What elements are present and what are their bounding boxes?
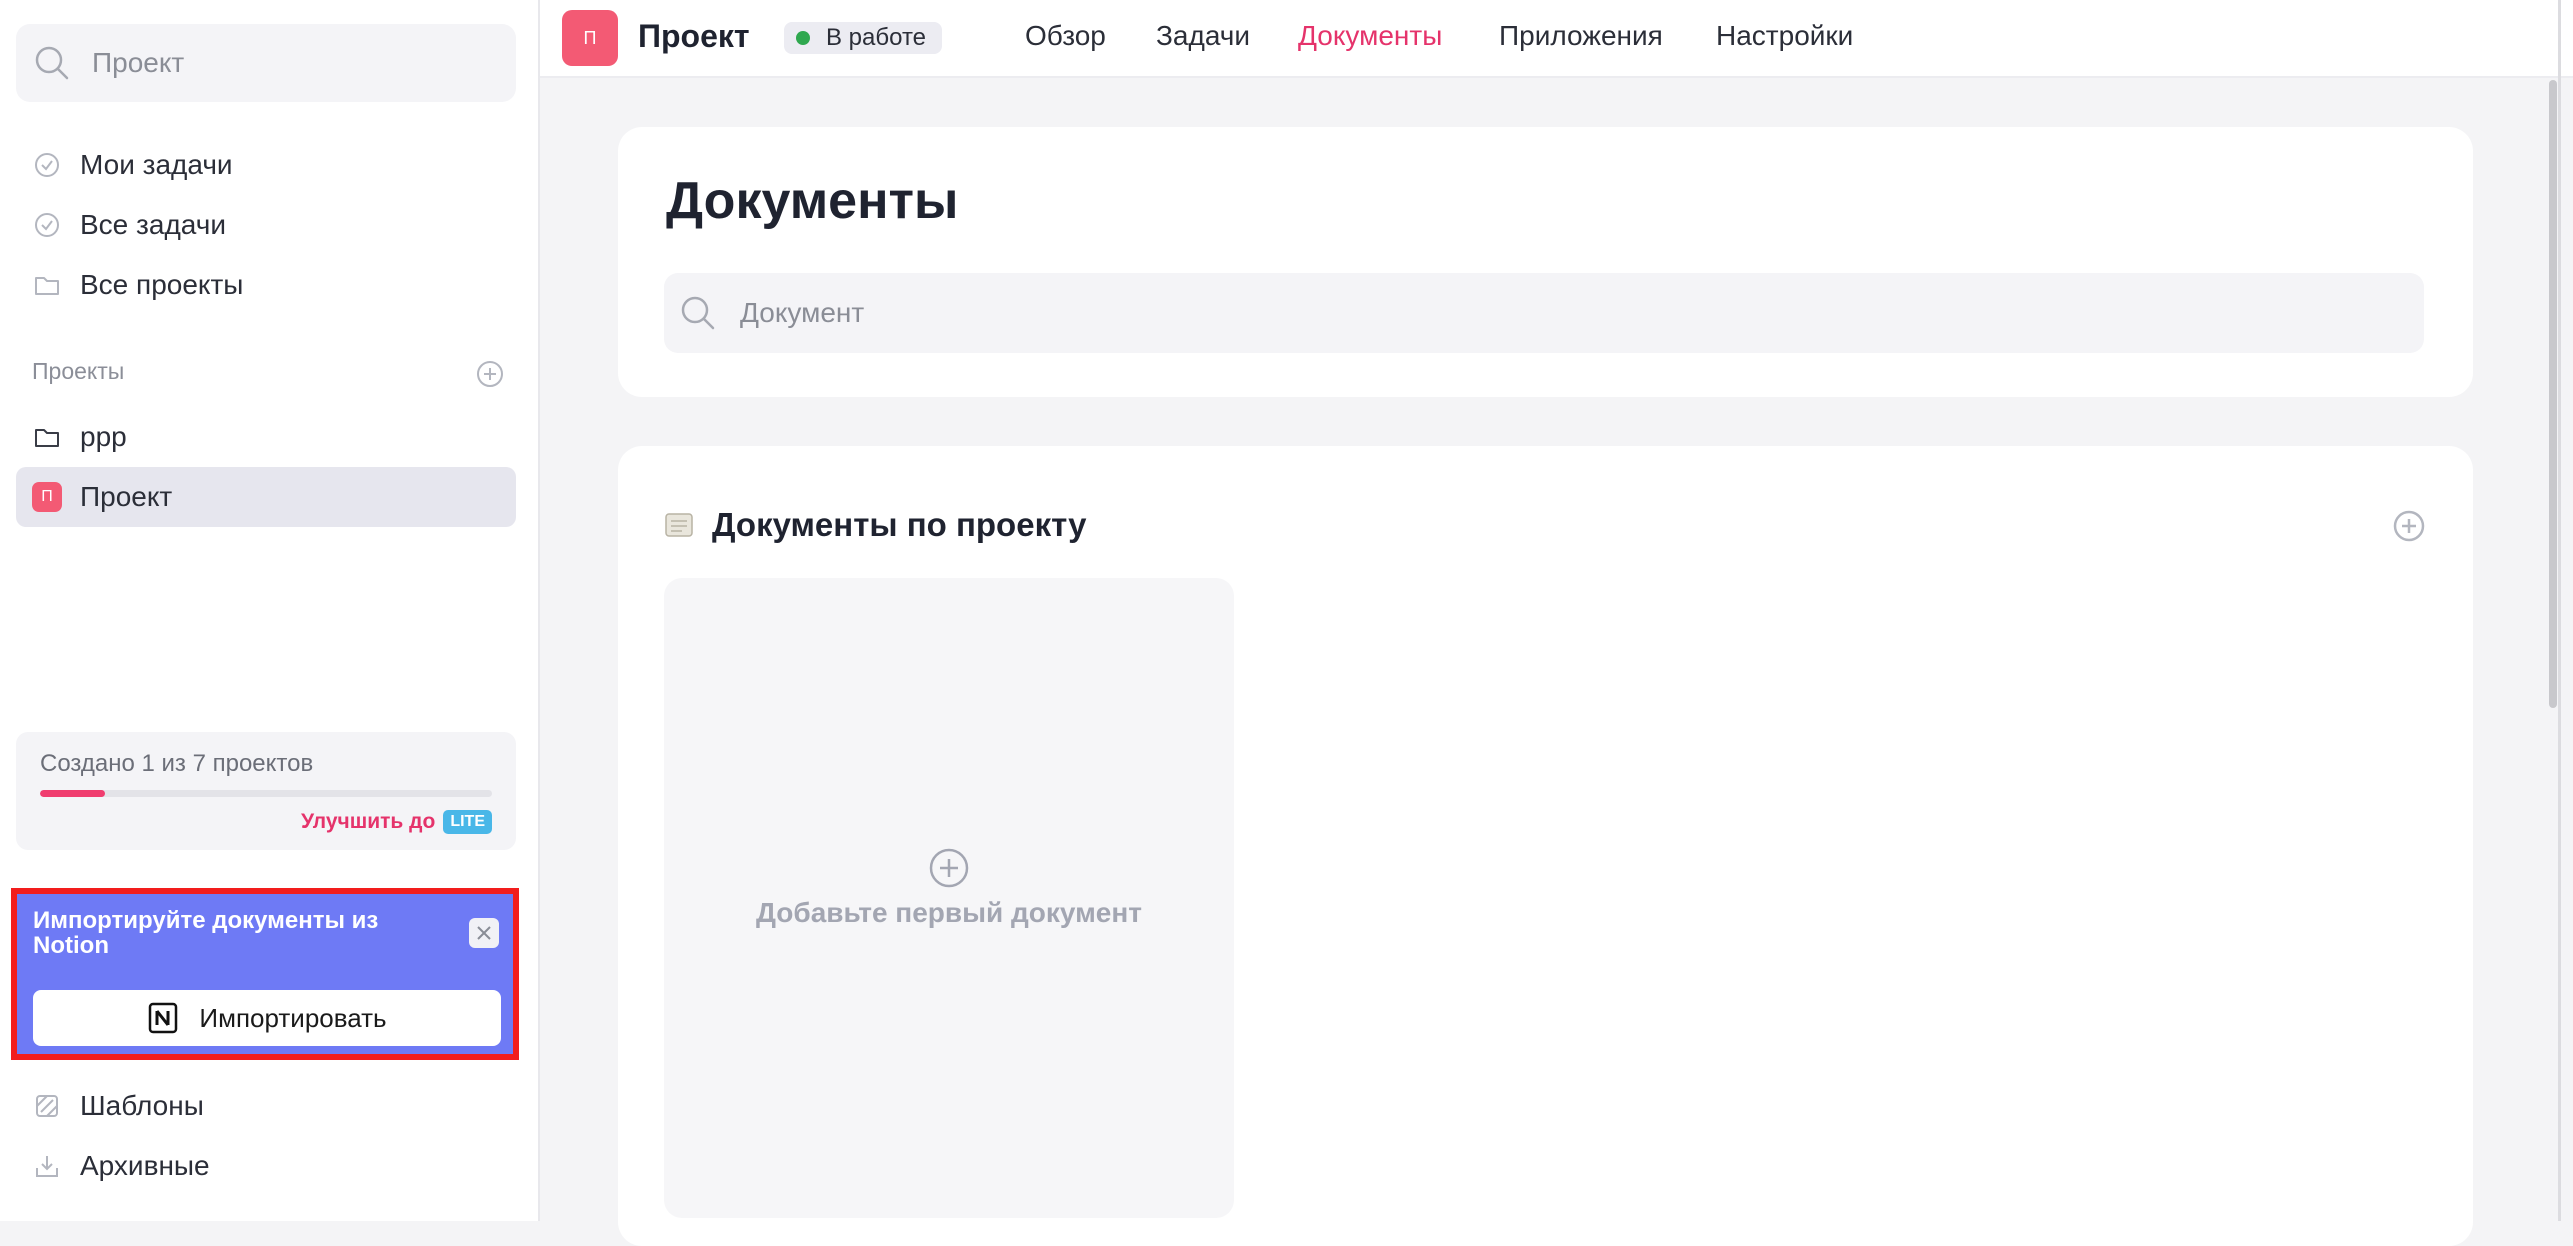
templates-icon xyxy=(32,1091,62,1121)
sidebar-search[interactable] xyxy=(16,24,516,102)
sidebar-item-all-projects[interactable]: Все проекты xyxy=(16,255,516,315)
section-title: Документы по проекту xyxy=(712,506,1087,543)
window-edge xyxy=(2558,0,2561,1221)
folder-icon xyxy=(32,422,62,452)
project-limit-fill xyxy=(40,790,105,797)
tab-overview[interactable]: Обзор xyxy=(1025,20,1106,52)
projects-section-title: Проекты xyxy=(32,358,125,384)
project-limit-text: Создано 1 из 7 проектов xyxy=(40,750,314,777)
sidebar: Мои задачи Все задачи Все проекты Проект… xyxy=(0,0,540,1221)
project-limit-card: Создано 1 из 7 проектов Улучшить до LITE xyxy=(16,732,516,850)
sidebar-item-my-tasks[interactable]: Мои задачи xyxy=(16,135,516,195)
scroll-icon xyxy=(665,513,693,537)
add-first-document-text: Добавьте первый документ xyxy=(756,897,1142,928)
header-project-avatar: П xyxy=(562,10,618,66)
sidebar-item-label: Шаблоны xyxy=(80,1090,204,1121)
upgrade-text: Улучшить до xyxy=(301,810,436,833)
folder-icon xyxy=(32,270,62,300)
upgrade-link[interactable]: Улучшить до LITE xyxy=(301,810,492,834)
project-documents-card: Документы по проекту Добавьте первый док… xyxy=(618,446,2473,1246)
check-circle-icon xyxy=(32,210,62,240)
sidebar-item-label: ppp xyxy=(80,421,127,452)
archive-icon xyxy=(32,1151,62,1181)
project-header: П Проект В работе Обзор Задачи Документы… xyxy=(540,0,2573,78)
project-avatar: П xyxy=(32,482,62,512)
search-icon xyxy=(35,46,69,80)
add-first-document-tile[interactable]: Добавьте первый документ xyxy=(664,578,1234,1218)
sidebar-item-all-tasks[interactable]: Все задачи xyxy=(16,195,516,255)
check-circle-icon xyxy=(32,150,62,180)
add-project-icon[interactable] xyxy=(474,358,506,390)
project-avatar-wrap: П xyxy=(32,482,62,512)
document-search-input[interactable] xyxy=(738,296,2342,330)
documents-header-card: Документы xyxy=(618,127,2473,397)
sidebar-item-templates[interactable]: Шаблоны xyxy=(16,1076,516,1136)
highlight-frame xyxy=(11,888,519,1060)
add-document-icon[interactable] xyxy=(2391,508,2427,544)
document-search[interactable] xyxy=(664,273,2424,353)
tab-apps[interactable]: Приложения xyxy=(1499,20,1663,52)
status-label: В работе xyxy=(826,24,927,51)
status-dot xyxy=(796,31,810,45)
scrollbar-thumb[interactable] xyxy=(2549,80,2557,708)
search-icon xyxy=(681,296,715,330)
project-limit-bar xyxy=(40,790,492,797)
status-badge[interactable]: В работе xyxy=(784,22,943,54)
sidebar-item-label: Проект xyxy=(80,481,173,512)
sidebar-item-label: Мои задачи xyxy=(80,149,233,180)
sidebar-item-archive[interactable]: Архивные xyxy=(16,1136,516,1196)
plus-circle-icon xyxy=(929,848,969,888)
sidebar-item-label: Все проекты xyxy=(80,269,244,300)
sidebar-project-proekt[interactable]: П Проект xyxy=(16,467,516,527)
sidebar-project-ppp[interactable]: ppp xyxy=(16,407,516,467)
tab-documents[interactable]: Документы xyxy=(1298,20,1442,52)
sidebar-search-input[interactable] xyxy=(90,46,494,80)
tab-tasks[interactable]: Задачи xyxy=(1156,20,1250,52)
plan-badge: LITE xyxy=(443,810,492,834)
tab-settings[interactable]: Настройки xyxy=(1716,20,1853,52)
header-project-title: Проект xyxy=(638,18,750,54)
section-header: Документы по проекту xyxy=(664,506,1086,544)
sidebar-item-label: Все задачи xyxy=(80,209,226,240)
page-title: Документы xyxy=(666,172,959,230)
sidebar-item-label: Архивные xyxy=(80,1150,210,1181)
